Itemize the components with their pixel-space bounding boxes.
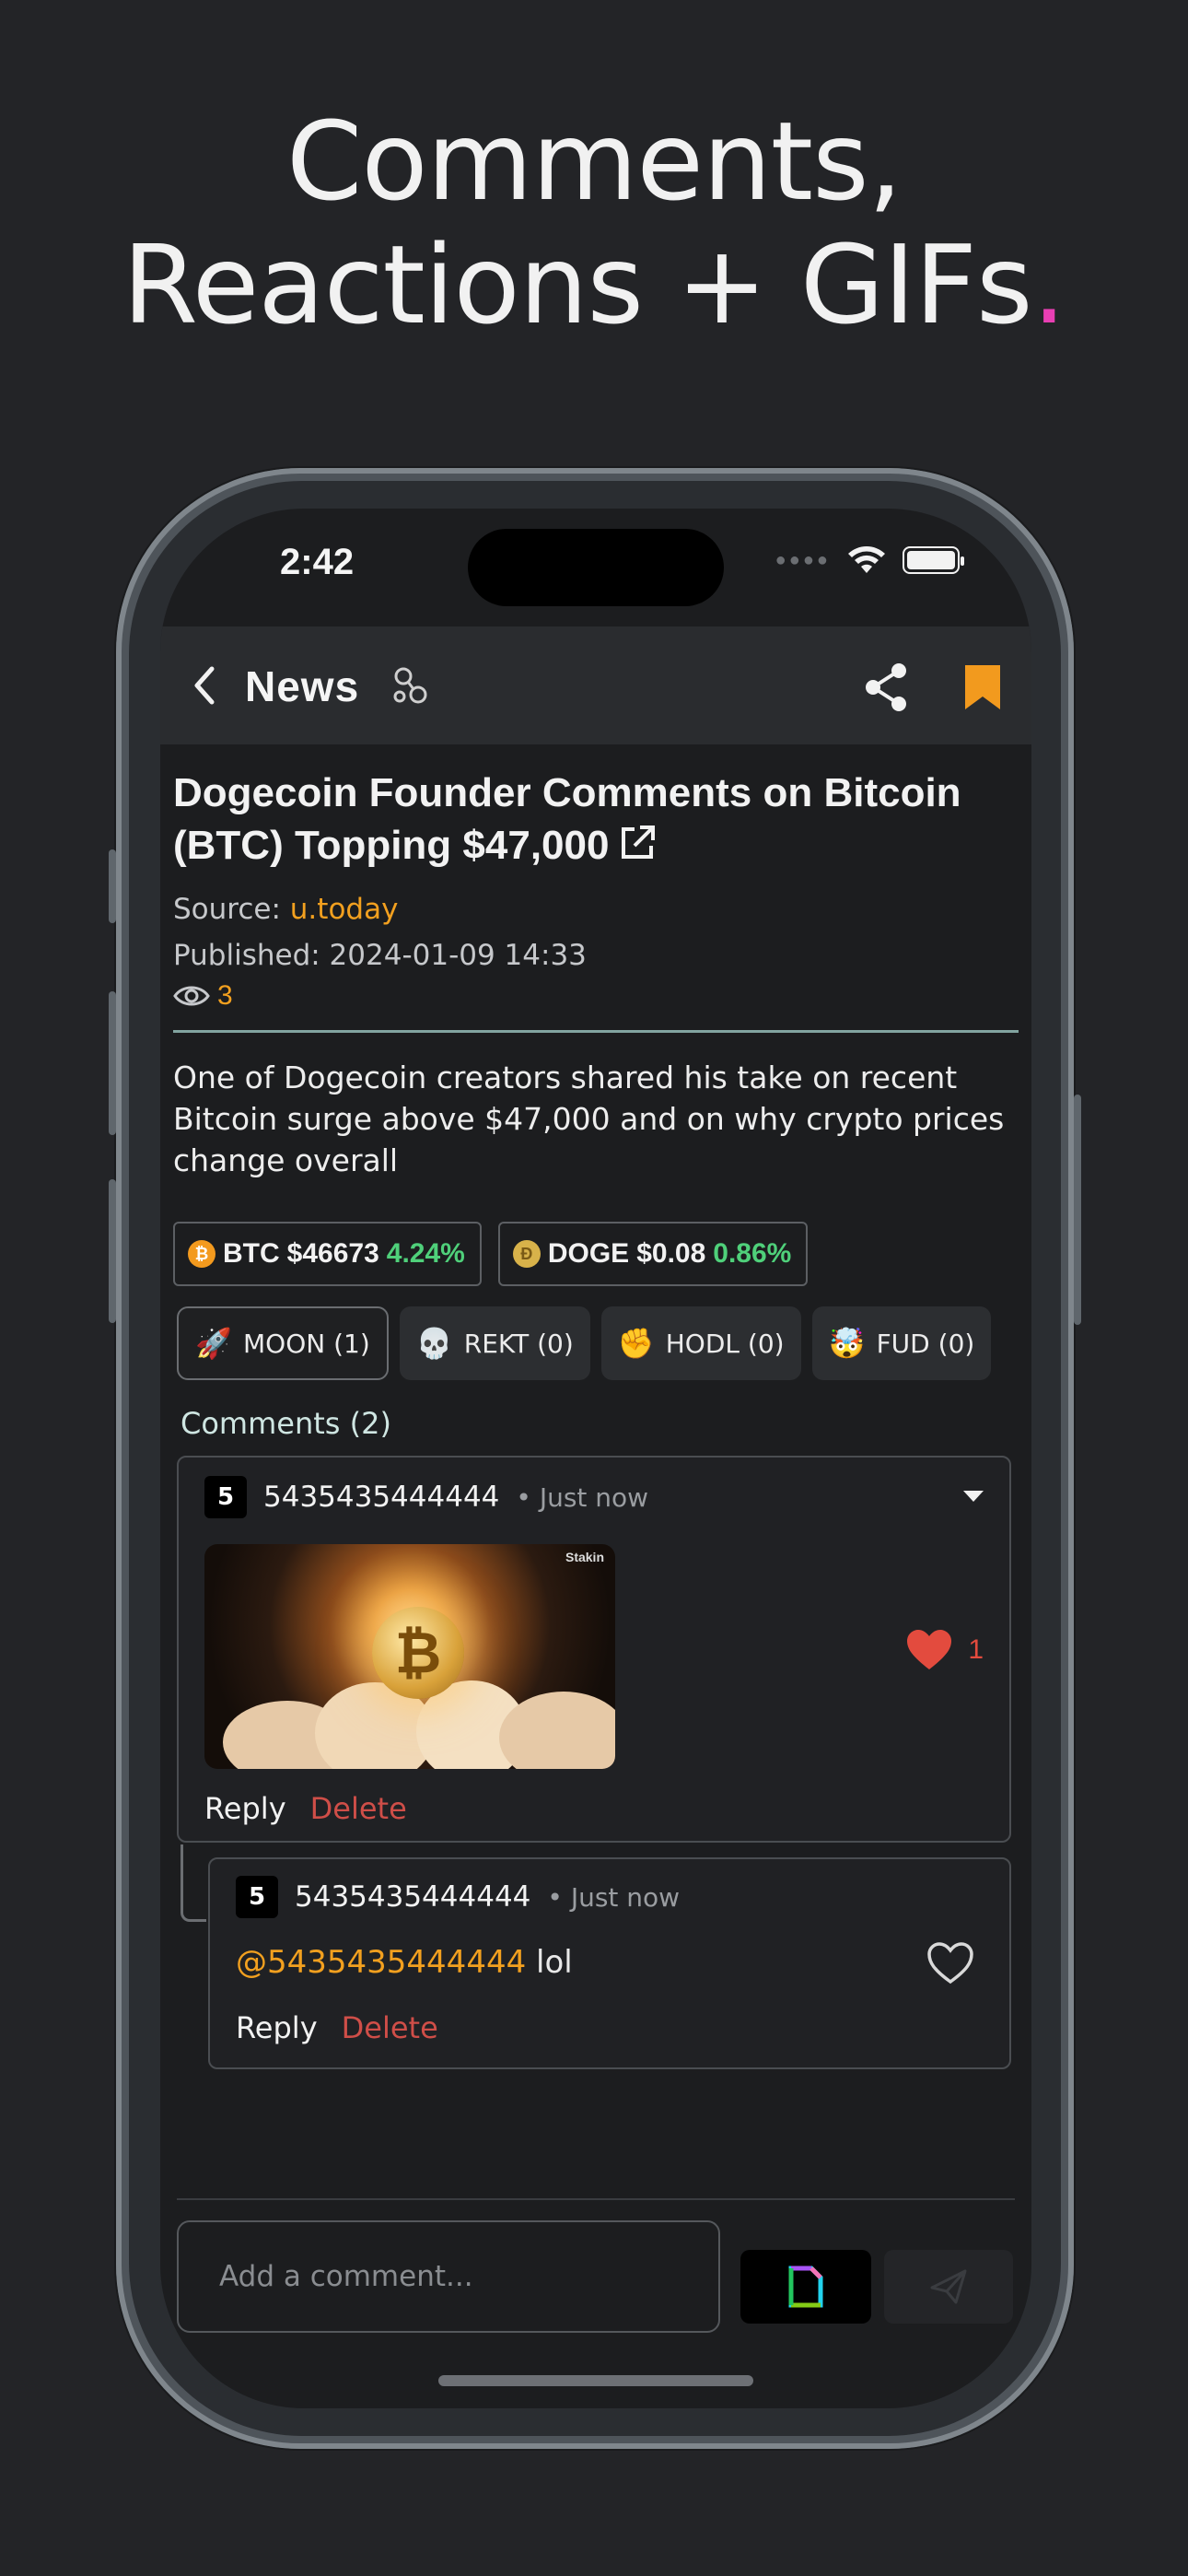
- eye-icon: [173, 986, 210, 1006]
- article-title-text[interactable]: Dogecoin Founder Comments on Bitcoin (BT…: [173, 770, 961, 868]
- headline-line-2: Reactions + GIFs.: [0, 223, 1188, 346]
- send-paper-plane-icon: [930, 2269, 967, 2304]
- delete-button[interactable]: Delete: [310, 1791, 407, 1826]
- ticker-change: 4.24%: [386, 1238, 465, 1269]
- phone-volume-up: [109, 991, 116, 1135]
- like-count: 1: [968, 1634, 984, 1665]
- ticker-btc[interactable]: ₿ BTC $46673 4.24%: [173, 1222, 482, 1286]
- article-title[interactable]: Dogecoin Founder Comments on Bitcoin (BT…: [173, 767, 1019, 872]
- bitcoin-coin-icon: ₿: [188, 1240, 215, 1268]
- source-label: Source:: [173, 893, 290, 926]
- article-content: Dogecoin Founder Comments on Bitcoin (BT…: [173, 744, 1019, 1441]
- reaction-rekt-button[interactable]: 💀 REKT (0): [399, 1306, 590, 1380]
- comment-timestamp: • Just now: [516, 1481, 649, 1513]
- related-links-icon[interactable]: [390, 665, 431, 706]
- article-divider: [173, 1030, 1019, 1033]
- headline-line-2-text: Reactions + GIFs: [122, 221, 1032, 348]
- top-navigation-bar: News: [160, 626, 1031, 744]
- external-link-icon[interactable]: [618, 824, 657, 862]
- ticker-price: $0.08: [636, 1238, 706, 1269]
- article-published: Published: 2024-01-09 14:33: [173, 939, 587, 972]
- gif-file-icon: [788, 2266, 823, 2308]
- reply-button[interactable]: Reply: [236, 2010, 318, 2045]
- headline: Comments, Reactions + GIFs.: [0, 100, 1188, 346]
- reply-thread-line: [181, 1844, 206, 1922]
- reaction-row: 🚀 MOON (1) 💀 REKT (0) ✊ HODL (0) 🤯 FUD (…: [177, 1306, 1019, 1380]
- headline-line-1: Comments,: [285, 98, 903, 225]
- nav-title: News: [245, 662, 360, 710]
- bitcoin-rocket-gif-icon: ₿: [372, 1607, 464, 1699]
- comment-gif-image[interactable]: ₿ Stakin: [204, 1544, 615, 1769]
- reply-button[interactable]: Reply: [204, 1791, 286, 1826]
- comment-body: @5435435444444 lol: [236, 1944, 573, 1981]
- bookmark-icon[interactable]: [963, 663, 1002, 711]
- article-source: Source: u.today: [173, 886, 1019, 932]
- comment-options-caret-icon[interactable]: [961, 1489, 985, 1504]
- status-time: 2:42: [280, 542, 355, 582]
- comment-username[interactable]: 5435435444444: [295, 1880, 530, 1914]
- comment-header: 5 5435435444444 • Just now: [204, 1476, 648, 1518]
- reaction-label: FUD (0): [876, 1328, 975, 1359]
- comment-username[interactable]: 5435435444444: [263, 1481, 499, 1514]
- user-mention[interactable]: @5435435444444: [236, 1944, 526, 1981]
- view-count-value: 3: [217, 980, 233, 1011]
- comment-card: 5 5435435444444 • Just now ₿ Stakin 1 Re…: [177, 1456, 1011, 1843]
- gif-picker-button[interactable]: [740, 2250, 871, 2324]
- phone-screen: 2:42 ●●●● News Dogecoin Founder Comments…: [160, 509, 1031, 2408]
- share-icon[interactable]: [862, 662, 910, 713]
- reaction-label: MOON (1): [243, 1328, 370, 1359]
- wifi-icon: [848, 546, 885, 573]
- reaction-label: HODL (0): [665, 1328, 785, 1359]
- avatar[interactable]: 5: [236, 1876, 278, 1918]
- send-button[interactable]: [884, 2250, 1013, 2324]
- signal-dots-icon: ●●●●: [775, 549, 831, 570]
- comment-actions: Reply Delete: [204, 1791, 407, 1826]
- comments-heading: Comments (2): [181, 1406, 391, 1441]
- ticker-price: $46673: [286, 1238, 379, 1269]
- comment-actions: Reply Delete: [236, 2010, 438, 2045]
- ticker-row: ₿ BTC $46673 4.24% Ð DOGE $0.08 0.86%: [173, 1222, 1019, 1286]
- exploding-head-icon: 🤯: [828, 1326, 866, 1361]
- battery-icon: [903, 546, 964, 574]
- source-link[interactable]: u.today: [290, 893, 399, 926]
- gif-watermark: Stakin: [565, 1550, 604, 1564]
- home-indicator[interactable]: [438, 2375, 753, 2386]
- headline-dot: .: [1031, 221, 1066, 348]
- ticker-symbol: BTC: [223, 1238, 280, 1269]
- reaction-label: REKT (0): [463, 1328, 574, 1359]
- comment-timestamp: • Just now: [547, 1881, 681, 1913]
- rocket-icon: 🚀: [195, 1326, 232, 1361]
- ticker-doge[interactable]: Ð DOGE $0.08 0.86%: [497, 1222, 809, 1286]
- status-icons: ●●●●: [775, 545, 964, 575]
- avatar[interactable]: 5: [204, 1476, 247, 1518]
- comment-input[interactable]: Add a comment...: [177, 2220, 720, 2333]
- fist-icon: ✊: [617, 1326, 655, 1361]
- doge-coin-icon: Ð: [512, 1240, 541, 1268]
- comment-text: lol: [526, 1944, 573, 1981]
- article-summary: One of Dogecoin creators shared his take…: [173, 1060, 1005, 1178]
- phone-volume-down: [109, 1179, 116, 1323]
- reply-comment-card: 5 5435435444444 • Just now @543543544444…: [208, 1857, 1011, 2069]
- dynamic-island: [468, 529, 724, 606]
- heart-outline-icon[interactable]: [926, 1942, 974, 1985]
- view-count: 3: [173, 980, 1019, 1012]
- like-control[interactable]: 1: [905, 1629, 984, 1671]
- comment-header: 5 5435435444444 • Just now: [236, 1876, 680, 1918]
- reaction-moon-button[interactable]: 🚀 MOON (1): [177, 1306, 389, 1380]
- ticker-symbol: DOGE: [547, 1238, 630, 1269]
- composer-divider: [177, 2198, 1015, 2200]
- back-chevron-icon[interactable]: [186, 663, 223, 708]
- reaction-hodl-button[interactable]: ✊ HODL (0): [600, 1306, 801, 1380]
- reaction-fud-button[interactable]: 🤯 FUD (0): [811, 1306, 992, 1380]
- delete-button[interactable]: Delete: [342, 2010, 438, 2045]
- heart-filled-icon[interactable]: [905, 1629, 953, 1671]
- skull-icon: 💀: [415, 1326, 453, 1361]
- phone-side-button: [109, 849, 116, 923]
- ticker-change: 0.86%: [713, 1238, 792, 1269]
- phone-power-button: [1074, 1095, 1081, 1325]
